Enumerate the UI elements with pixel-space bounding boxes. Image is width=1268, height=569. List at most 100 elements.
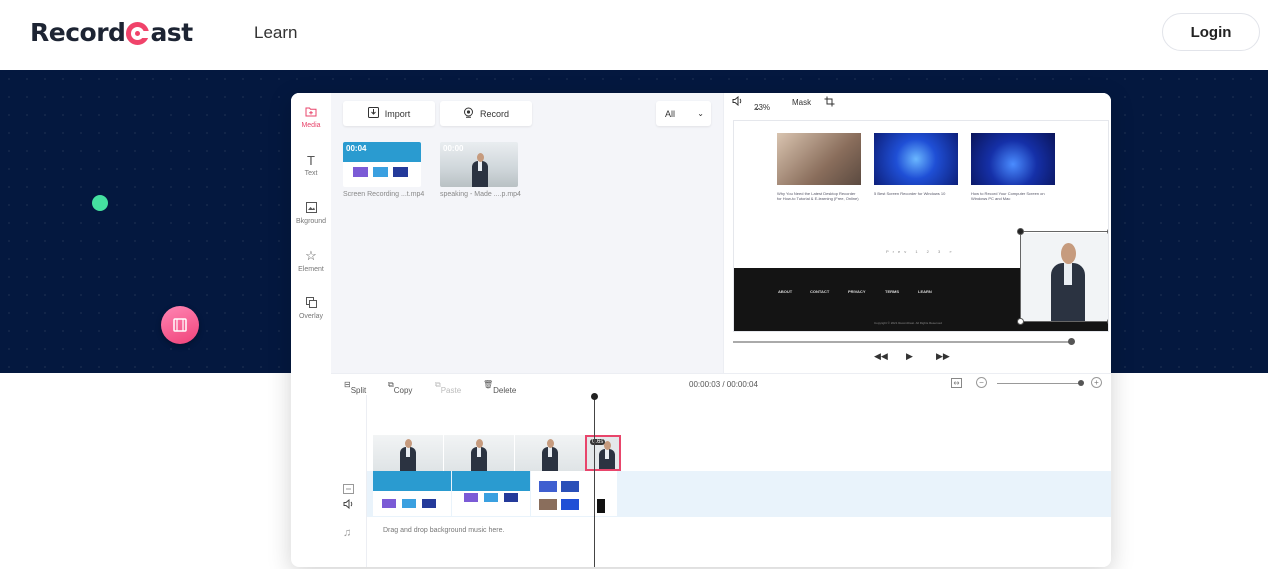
login-button[interactable]: Login	[1162, 13, 1260, 51]
crop-icon[interactable]	[824, 96, 835, 109]
film-badge-icon	[161, 306, 199, 344]
preview-panel: 23% ⌄ Mask Why You Need the Latest Deskt…	[723, 93, 1111, 373]
music-drop-zone[interactable]: Drag and drop background music here.	[383, 527, 504, 534]
copy-label: Copy	[393, 386, 413, 395]
media-duration: 00:00	[443, 144, 464, 153]
track-icons-column: ♫	[331, 395, 367, 567]
media-filter-select[interactable]: All ⌄	[656, 101, 711, 126]
video-clip-frame	[515, 435, 585, 471]
tool-overlay[interactable]: Overlay	[291, 296, 331, 320]
paste-button[interactable]: ⧉ Paste	[435, 380, 461, 395]
side-toolbar: Media T Text Bkground ☆ Element Overlay	[291, 93, 331, 373]
preview-pager: Prev 1 2 3 »	[886, 249, 956, 254]
footer-link: CONTACT	[810, 289, 830, 294]
preview-card: How to Record Your Computer Screen on Wi…	[971, 133, 1055, 201]
media-library-panel: Import Record All ⌄ 00:04 Screen Recordi…	[331, 93, 723, 373]
track-volume-icon[interactable]	[343, 496, 354, 514]
text-icon: T	[307, 153, 315, 168]
zoom-slider-knob[interactable]	[1078, 380, 1084, 386]
paste-label: Paste	[440, 386, 462, 395]
delete-label: Delete	[493, 386, 517, 395]
video-editor-window: Media T Text Bkground ☆ Element Overlay	[291, 93, 1111, 567]
nav-learn-link[interactable]: Learn	[254, 23, 297, 43]
media-folder-icon	[291, 105, 331, 120]
logo-text-suffix: ast	[150, 17, 193, 47]
screen-clip-frame	[452, 471, 530, 516]
background-icon	[291, 201, 331, 216]
tool-element-label: Element	[298, 266, 324, 273]
site-header: Record ast Learn Login	[0, 0, 1268, 70]
import-button[interactable]: Import	[343, 101, 435, 126]
star-icon: ☆	[305, 248, 317, 263]
tool-overlay-label: Overlay	[298, 313, 324, 320]
rewind-icon[interactable]: ◀◀	[874, 351, 888, 362]
tool-media[interactable]: Media	[291, 105, 331, 129]
play-icon[interactable]: ▶	[906, 351, 913, 362]
preview-toolbar: 23% ⌄ Mask	[724, 93, 1111, 113]
preview-card-title: Why You Need the Latest Desktop Recorder…	[777, 191, 859, 201]
zoom-out-icon[interactable]: −	[976, 377, 987, 388]
import-icon	[367, 107, 379, 120]
split-button[interactable]: ⊟ Split	[344, 380, 366, 395]
webcam-icon	[463, 107, 474, 120]
fit-timeline-icon[interactable]	[951, 378, 962, 390]
tool-element[interactable]: ☆ Element	[291, 248, 331, 273]
media-thumbnail: 00:00	[440, 142, 518, 187]
mask-button[interactable]: Mask	[792, 98, 811, 107]
overlay-icon	[291, 296, 331, 311]
music-note-icon: ♫	[343, 527, 352, 539]
footer-link: PRIVACY	[848, 289, 866, 294]
resize-handle[interactable]	[1107, 228, 1108, 235]
footer-link: ABOUT	[778, 289, 793, 294]
video-clip-frame	[444, 435, 514, 471]
media-filter-value: All	[665, 108, 676, 119]
resize-handle[interactable]	[1017, 318, 1024, 325]
tool-media-label: Media	[301, 122, 321, 129]
preview-card-title: 5 Best Screen Recorder for Windows 10	[874, 191, 946, 196]
volume-icon[interactable]	[732, 95, 743, 108]
decorative-green-dot	[92, 195, 108, 211]
tool-background[interactable]: Bkground	[291, 201, 331, 225]
zoom-in-icon[interactable]: +	[1091, 377, 1102, 388]
footer-link: TERMS	[885, 289, 899, 294]
record-button[interactable]: Record	[440, 101, 532, 126]
split-label: Split	[350, 386, 367, 395]
clip-duration-badge: 0.6s	[590, 439, 606, 445]
import-label: Import	[384, 108, 411, 119]
preview-canvas[interactable]: Why You Need the Latest Desktop Recorder…	[733, 120, 1109, 332]
delete-button[interactable]: 🗑 Delete	[483, 380, 516, 395]
overlay-video-track[interactable]: 0.6s	[373, 435, 621, 471]
screen-clip-frame	[531, 471, 617, 516]
fast-forward-icon[interactable]: ▶▶	[936, 351, 950, 362]
selected-clip[interactable]: 0.6s	[585, 435, 621, 471]
recordcast-logo[interactable]: Record ast	[30, 16, 193, 48]
media-thumbnail: 00:04	[343, 142, 421, 187]
logo-text-prefix: Record	[30, 17, 126, 47]
selection-box[interactable]	[1020, 231, 1108, 322]
record-label: Record	[479, 108, 509, 119]
preview-card-title: How to Record Your Computer Screen on Wi…	[971, 191, 1045, 201]
copy-button[interactable]: ⧉ Copy	[388, 380, 412, 395]
resize-handle[interactable]	[1017, 228, 1024, 235]
media-filename: Screen Recording ...t.mp4	[343, 191, 425, 198]
seek-knob[interactable]	[1068, 338, 1075, 345]
logo-c-mark-icon	[126, 21, 151, 45]
tool-text-label: Text	[304, 170, 318, 177]
tool-text[interactable]: T Text	[291, 153, 331, 177]
playhead-line[interactable]	[594, 395, 595, 567]
screen-recording-track[interactable]	[367, 471, 1111, 517]
footer-link: LEARN	[918, 289, 932, 294]
tool-background-label: Bkground	[296, 218, 326, 225]
timeline-zoom-slider[interactable]	[997, 383, 1081, 384]
media-item-speaking[interactable]: 00:00 speaking - Made ....p.mp4	[440, 142, 521, 198]
chevron-down-icon: ⌄	[754, 103, 761, 112]
preview-seek-bar[interactable]	[733, 338, 1075, 345]
resize-handle[interactable]	[1107, 318, 1108, 325]
media-item-screen-recording[interactable]: 00:04 Screen Recording ...t.mp4	[343, 142, 425, 198]
timeline-toolbar: ⊟ Split ⧉ Copy ⧉ Paste 🗑 Delete 00:00:03…	[331, 373, 1111, 395]
screen-clip-frame	[373, 471, 451, 516]
media-filename: speaking - Made ....p.mp4	[440, 191, 521, 198]
media-duration: 00:04	[346, 144, 367, 153]
playhead-handle[interactable]	[591, 393, 598, 400]
video-clip-frame	[373, 435, 443, 471]
